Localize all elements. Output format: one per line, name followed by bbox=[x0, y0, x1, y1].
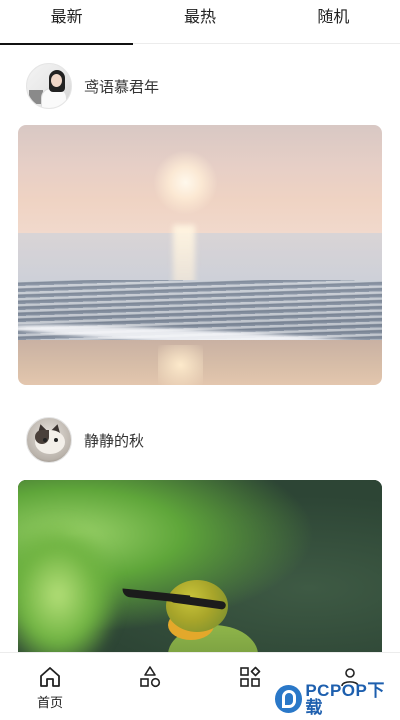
pcpop-logo-icon bbox=[275, 685, 303, 713]
tab-latest-label: 最新 bbox=[50, 7, 83, 26]
cat-eye-left bbox=[43, 438, 47, 442]
tab-random[interactable]: 随机 bbox=[267, 0, 400, 44]
watermark-text: PCPOP下载 bbox=[305, 681, 385, 717]
post-header[interactable]: 鸢语慕君年 bbox=[26, 63, 159, 109]
nav-shapes[interactable] bbox=[100, 653, 200, 720]
pcpop-logo-mark bbox=[281, 690, 296, 708]
nav-home[interactable]: 首页 bbox=[0, 653, 100, 720]
post-image-sunset-beach[interactable] bbox=[18, 125, 382, 385]
tab-random-label: 随机 bbox=[317, 7, 350, 26]
cat-patch bbox=[35, 430, 49, 444]
post-feed[interactable]: 鸢语慕君年 静静的秋 bbox=[0, 44, 400, 652]
shapes-icon bbox=[140, 666, 161, 688]
post-username[interactable]: 鸢语慕君年 bbox=[84, 76, 159, 97]
tab-hottest[interactable]: 最热 bbox=[133, 0, 266, 44]
post-header[interactable]: 静静的秋 bbox=[26, 417, 144, 463]
sun bbox=[153, 150, 218, 215]
avatar-face bbox=[51, 74, 62, 87]
home-icon bbox=[40, 667, 60, 687]
tab-latest[interactable]: 最新 bbox=[0, 0, 134, 45]
sand-glow bbox=[158, 345, 203, 385]
app-screen: 最新 最热 随机 鸢语慕君年 静静的秋 首页 PCPOP下载 bbox=[0, 0, 400, 720]
post-image-bird[interactable] bbox=[18, 480, 382, 652]
nav-home-label: 首页 bbox=[36, 696, 63, 711]
tab-hottest-label: 最热 bbox=[183, 7, 216, 26]
cat-eye-right bbox=[54, 438, 58, 442]
sea bbox=[18, 233, 382, 283]
top-tab-bar: 最新 最热 随机 bbox=[0, 0, 400, 45]
watermark: PCPOP下载 bbox=[275, 681, 400, 717]
post-username[interactable]: 静静的秋 bbox=[84, 430, 144, 451]
avatar[interactable] bbox=[26, 63, 72, 109]
apps-grid-icon bbox=[240, 666, 261, 687]
avatar[interactable] bbox=[26, 417, 72, 463]
